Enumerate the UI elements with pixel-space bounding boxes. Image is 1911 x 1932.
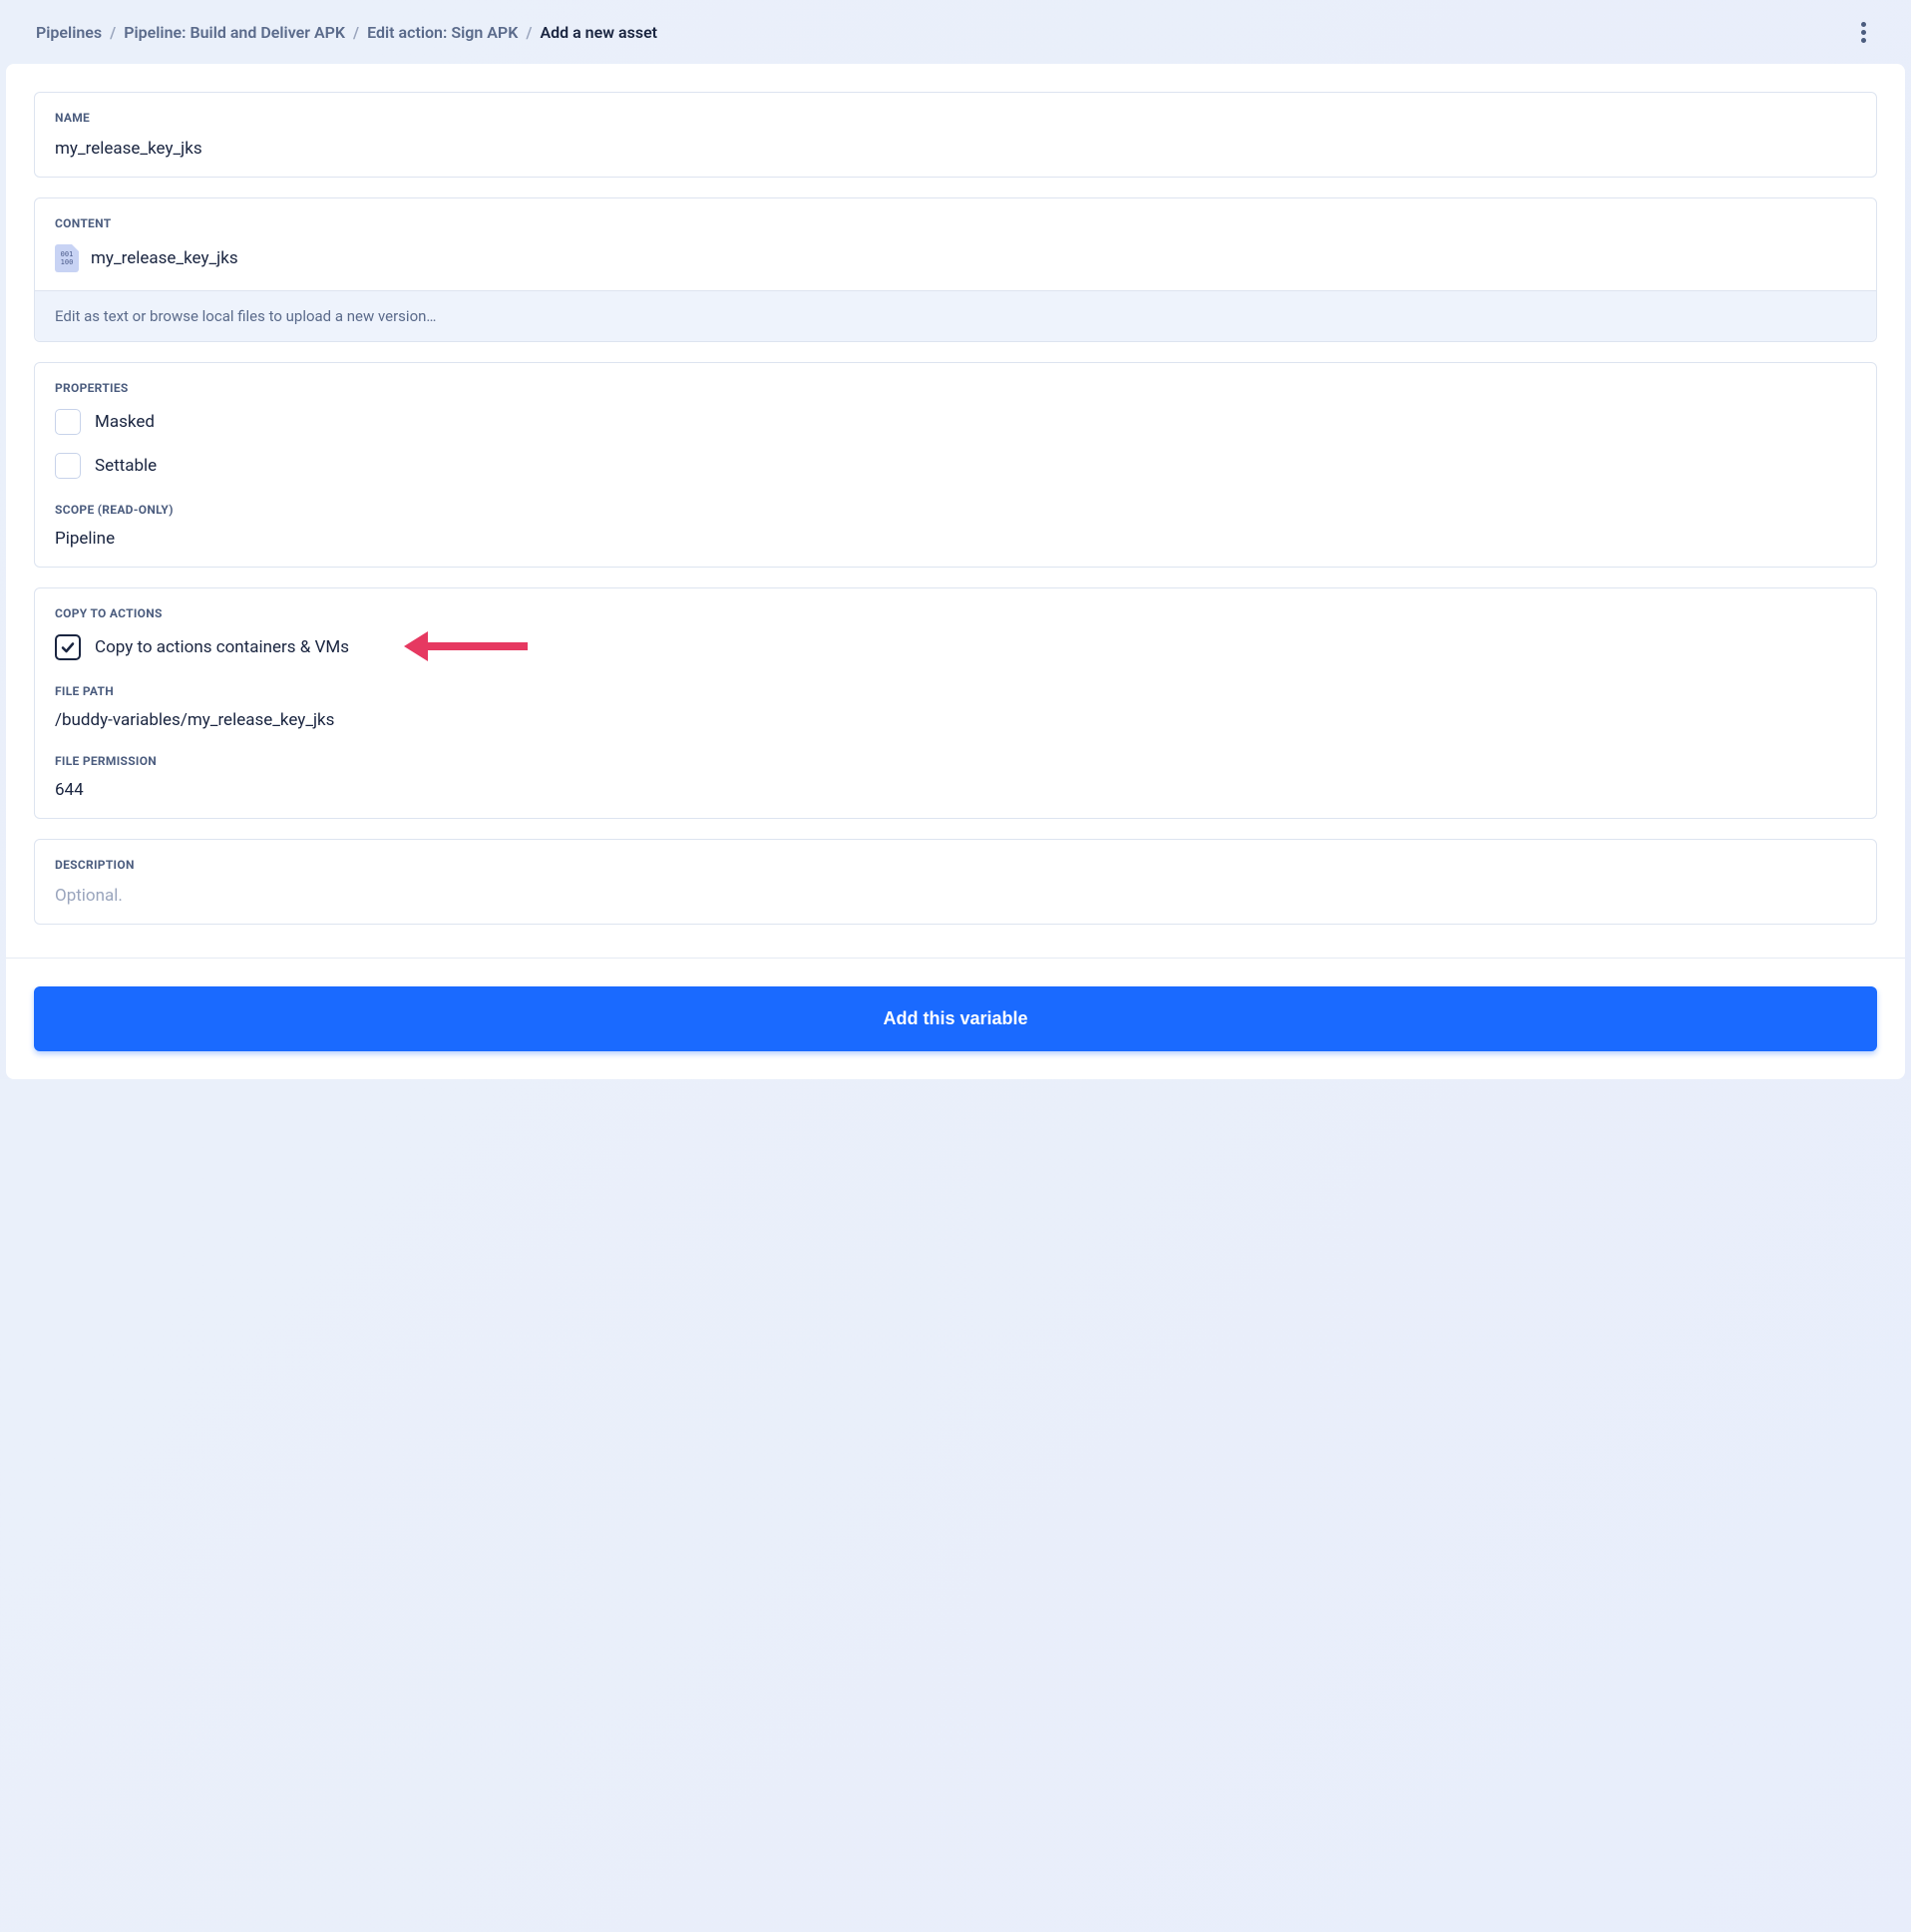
breadcrumb-pipelines[interactable]: Pipelines: [36, 23, 102, 42]
breadcrumb-edit-action[interactable]: Edit action: Sign APK: [367, 23, 518, 42]
properties-label: PROPERTIES: [55, 381, 1856, 395]
breadcrumb-separator: /: [110, 23, 116, 42]
file-permission-group: FILE PERMISSION 644: [55, 754, 1856, 800]
copy-to-actions-section: COPY TO ACTIONS Copy to actions containe…: [34, 587, 1877, 819]
breadcrumb: Pipelines / Pipeline: Build and Deliver …: [36, 23, 657, 42]
content-filename: my_release_key_jks: [91, 248, 238, 268]
check-icon: [60, 639, 76, 655]
masked-checkbox[interactable]: [55, 409, 81, 435]
breadcrumb-current: Add a new asset: [540, 23, 657, 42]
description-input[interactable]: Optional.: [55, 886, 1856, 906]
settable-checkbox[interactable]: [55, 453, 81, 479]
content-label: CONTENT: [35, 198, 1876, 230]
arrow-annotation: [404, 631, 528, 661]
content-section: CONTENT 001100 my_release_key_jks Edit a…: [34, 197, 1877, 342]
name-label: NAME: [55, 111, 1856, 125]
settable-label: Settable: [95, 456, 157, 476]
masked-label: Masked: [95, 412, 155, 432]
more-menu-icon[interactable]: [1851, 20, 1875, 44]
name-section[interactable]: NAME my_release_key_jks: [34, 92, 1877, 178]
breadcrumb-pipeline-name[interactable]: Pipeline: Build and Deliver APK: [124, 23, 345, 42]
file-path-value[interactable]: /buddy-variables/my_release_key_jks: [55, 710, 1856, 730]
file-path-label: FILE PATH: [55, 684, 1856, 698]
file-permission-value[interactable]: 644: [55, 780, 1856, 800]
file-path-group: FILE PATH /buddy-variables/my_release_ke…: [55, 684, 1856, 730]
copy-checkbox-row: Copy to actions containers & VMs: [55, 634, 1856, 660]
content-file-row: 001100 my_release_key_jks: [35, 230, 1876, 290]
name-input[interactable]: my_release_key_jks: [55, 139, 1856, 159]
breadcrumb-separator: /: [526, 23, 532, 42]
scope-label: SCOPE (READ-ONLY): [55, 503, 1856, 517]
breadcrumb-separator: /: [353, 23, 359, 42]
add-variable-button[interactable]: Add this variable: [34, 986, 1877, 1051]
page-header: Pipelines / Pipeline: Build and Deliver …: [0, 0, 1911, 64]
description-label: DESCRIPTION: [55, 858, 1856, 872]
copy-checkbox-label: Copy to actions containers & VMs: [95, 637, 349, 657]
description-section[interactable]: DESCRIPTION Optional.: [34, 839, 1877, 925]
properties-section: PROPERTIES Masked Settable SCOPE (READ-O…: [34, 362, 1877, 568]
footer-bar: Add this variable: [6, 958, 1905, 1079]
masked-row: Masked: [55, 409, 1856, 435]
copy-label: COPY TO ACTIONS: [55, 606, 1856, 620]
content-hint[interactable]: Edit as text or browse local files to up…: [35, 290, 1876, 341]
file-permission-label: FILE PERMISSION: [55, 754, 1856, 768]
scope-value: Pipeline: [55, 529, 1856, 549]
settable-row: Settable: [55, 453, 1856, 479]
main-content: NAME my_release_key_jks CONTENT 001100 m…: [6, 64, 1905, 958]
copy-checkbox[interactable]: [55, 634, 81, 660]
file-icon: 001100: [55, 244, 79, 272]
